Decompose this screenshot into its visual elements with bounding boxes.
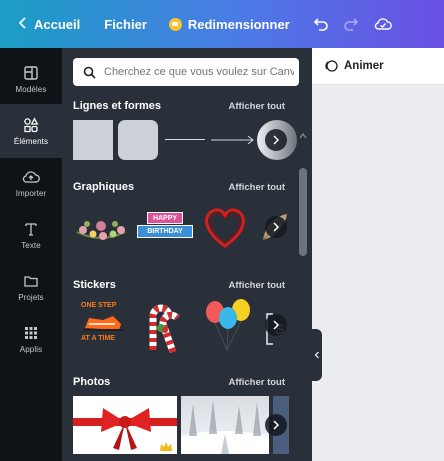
- canvas-toolbar: Animer: [312, 48, 444, 85]
- section-title-stickers: Stickers: [73, 279, 116, 291]
- rounded-square-shape[interactable]: [118, 120, 158, 160]
- happy-text: HAPPY: [152, 214, 178, 222]
- one-step-sticker[interactable]: ONE STEP AT A TIME: [79, 302, 127, 346]
- photos-row: [73, 396, 289, 454]
- show-all-lines-shapes[interactable]: Afficher tout: [229, 101, 285, 112]
- search-input[interactable]: [104, 66, 294, 78]
- resize-button[interactable]: Redimensionner: [159, 0, 300, 48]
- rail-label-elements: Éléments: [13, 137, 49, 146]
- rail-label-upload: Importer: [15, 189, 47, 198]
- show-all-graphics[interactable]: Afficher tout: [229, 182, 285, 193]
- snowy-forest-photo[interactable]: [181, 396, 269, 454]
- stickers-row: ONE STEP AT A TIME S: [73, 298, 289, 354]
- chevron-right-icon: [273, 222, 280, 232]
- chevron-left-icon: [314, 351, 319, 359]
- red-bow-photo[interactable]: [73, 396, 177, 454]
- next-arrow-photos[interactable]: [265, 414, 287, 436]
- rail-label-projects: Projets: [18, 293, 44, 302]
- undo-button[interactable]: [310, 13, 332, 35]
- text-icon: [22, 220, 40, 238]
- lines-shapes-row: [73, 120, 297, 166]
- rail-label-templates: Modèles: [15, 85, 47, 94]
- show-all-stickers[interactable]: Afficher tout: [229, 280, 285, 291]
- panel-scrollbar[interactable]: [299, 96, 307, 461]
- crown-icon: [168, 17, 182, 31]
- collapse-panel-handle[interactable]: [312, 329, 322, 381]
- elements-panel: Lignes et formes Afficher tout Graphique…: [62, 48, 312, 461]
- design-canvas-area[interactable]: [322, 86, 444, 461]
- square-shape[interactable]: [73, 120, 113, 160]
- heart-graphic[interactable]: [201, 204, 249, 250]
- section-title-photos: Photos: [73, 376, 111, 388]
- search-box[interactable]: [73, 58, 299, 86]
- file-menu-button[interactable]: Fichier: [94, 0, 157, 48]
- chevron-right-icon: [273, 135, 280, 145]
- balloons-sticker[interactable]: [203, 298, 255, 354]
- happy-birthday-graphic[interactable]: HAPPY BIRTHDAY: [137, 212, 193, 244]
- rail-label-text: Texte: [21, 241, 41, 250]
- undo-icon: [313, 18, 328, 31]
- rail-item-elements[interactable]: Éléments: [0, 104, 62, 158]
- next-arrow-lines-shapes[interactable]: [265, 129, 287, 151]
- home-label: Accueil: [34, 16, 81, 32]
- file-label: Fichier: [104, 16, 147, 32]
- rail-item-templates[interactable]: Modèles: [0, 52, 62, 106]
- chevron-right-icon: [273, 420, 280, 430]
- candy-cane-sticker[interactable]: [137, 298, 189, 354]
- chevron-left-icon: [18, 16, 28, 32]
- top-bar: Accueil Fichier Redimensionner: [0, 0, 444, 48]
- rail-item-upload[interactable]: Importer: [0, 156, 62, 210]
- upload-icon: [22, 168, 40, 186]
- one-step-text: ONE STEP: [81, 302, 117, 309]
- graphics-row: HAPPY BIRTHDAY: [73, 204, 289, 250]
- scrollbar-thumb[interactable]: [299, 168, 307, 256]
- next-arrow-stickers[interactable]: [265, 314, 287, 336]
- resize-label: Redimensionner: [187, 16, 290, 32]
- search-icon: [83, 66, 96, 79]
- apps-grid-icon: [22, 324, 40, 342]
- elements-icon: [22, 116, 40, 134]
- at-a-time-text: AT A TIME: [81, 335, 115, 342]
- line-shape[interactable]: [165, 139, 205, 140]
- side-rail: Modèles Éléments Importer Texte Projets …: [0, 48, 62, 461]
- arrow-line-shape[interactable]: [211, 132, 257, 148]
- redo-icon: [343, 18, 358, 31]
- animate-icon: [325, 60, 338, 72]
- floral-wreath-graphic[interactable]: [73, 210, 129, 244]
- scroll-up-icon[interactable]: [299, 132, 307, 140]
- next-arrow-graphics[interactable]: [265, 216, 287, 238]
- premium-crown-icon: [159, 440, 173, 452]
- rail-item-text[interactable]: Texte: [0, 208, 62, 262]
- cloud-check-icon: [374, 18, 392, 30]
- section-title-lines-shapes: Lignes et formes: [73, 100, 162, 112]
- birthday-text: BIRTHDAY: [147, 228, 183, 235]
- folder-icon: [22, 272, 40, 290]
- animate-button[interactable]: Animer: [324, 59, 384, 73]
- templates-icon: [22, 64, 40, 82]
- section-title-graphics: Graphiques: [73, 181, 135, 193]
- home-button[interactable]: Accueil: [0, 0, 90, 48]
- rail-item-apps[interactable]: Applis: [0, 312, 62, 366]
- chevron-right-icon: [273, 320, 280, 330]
- rail-item-projects[interactable]: Projets: [0, 260, 62, 314]
- redo-button[interactable]: [340, 13, 362, 35]
- cloud-save-button[interactable]: [372, 13, 394, 35]
- show-all-photos[interactable]: Afficher tout: [229, 377, 285, 388]
- rail-label-apps: Applis: [19, 345, 43, 354]
- animate-label: Animer: [344, 60, 384, 72]
